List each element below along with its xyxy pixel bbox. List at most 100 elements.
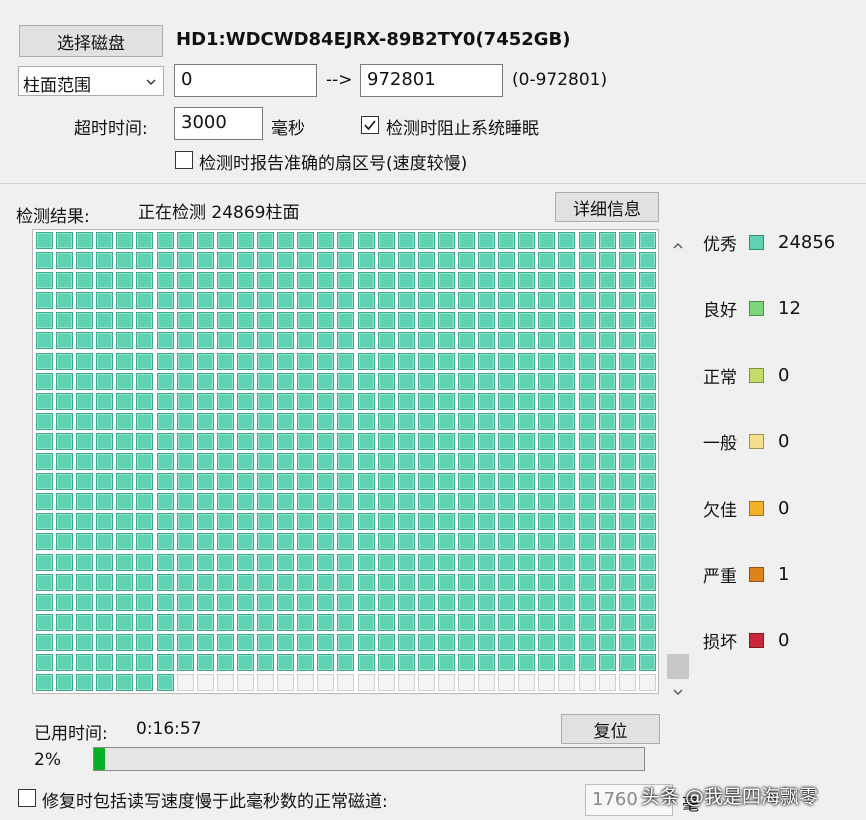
- cylinder-cell-scanned: [76, 352, 94, 370]
- cylinder-cell-scanned: [277, 252, 295, 270]
- repair-checkbox[interactable]: [18, 789, 36, 807]
- cylinder-cell-scanned: [618, 312, 636, 330]
- cylinder-cell-pending: [297, 674, 315, 692]
- cylinder-cell-scanned: [478, 533, 496, 551]
- reset-button[interactable]: 复位: [561, 714, 660, 744]
- cylinder-cell-scanned: [116, 453, 134, 471]
- cylinder-cell-scanned: [56, 653, 74, 671]
- cylinder-cell-scanned: [437, 553, 455, 571]
- cylinder-cell-scanned: [297, 473, 315, 491]
- cylinder-cell-scanned: [317, 272, 335, 290]
- cylinder-cell-scanned: [478, 312, 496, 330]
- cylinder-cell-scanned: [96, 372, 114, 390]
- cylinder-cell-scanned: [76, 633, 94, 651]
- cylinder-cell-scanned: [337, 272, 355, 290]
- cylinder-cell-scanned: [578, 432, 596, 450]
- cylinder-cell-scanned: [96, 312, 114, 330]
- cylinder-cell-scanned: [618, 292, 636, 310]
- cylinder-cell-scanned: [176, 513, 194, 531]
- detail-info-button[interactable]: 详细信息: [555, 192, 659, 222]
- cylinder-cell-scanned: [257, 372, 275, 390]
- cylinder-cell-scanned: [176, 292, 194, 310]
- cylinder-cell-scanned: [618, 372, 636, 390]
- cylinder-cell-scanned: [196, 432, 214, 450]
- cylinder-cell-scanned: [337, 473, 355, 491]
- scroll-down-icon[interactable]: [666, 680, 690, 704]
- cylinder-cell-scanned: [176, 412, 194, 430]
- prevent-sleep-checkbox[interactable]: [361, 116, 379, 134]
- range-mode-select[interactable]: 柱面范围: [18, 66, 164, 96]
- cylinder-cell-scanned: [36, 312, 53, 330]
- cylinder-cell-scanned: [176, 573, 194, 591]
- cylinder-cell-scanned: [337, 593, 355, 611]
- cylinder-cell-scanned: [337, 513, 355, 531]
- cylinder-cell-scanned: [578, 613, 596, 631]
- grid-scrollbar[interactable]: [666, 232, 690, 702]
- cylinder-cell-scanned: [216, 633, 234, 651]
- cylinder-cell-scanned: [478, 633, 496, 651]
- cylinder-cell-scanned: [257, 593, 275, 611]
- cylinder-cell-scanned: [498, 493, 516, 511]
- cylinder-cell-scanned: [478, 593, 496, 611]
- cylinder-cell-scanned: [578, 352, 596, 370]
- cylinder-cell-scanned: [357, 493, 375, 511]
- cylinder-cell-scanned: [196, 553, 214, 571]
- cylinder-cell-scanned: [176, 473, 194, 491]
- cylinder-cell-scanned: [478, 372, 496, 390]
- cylinder-cell-scanned: [337, 232, 355, 249]
- cylinder-cell-scanned: [156, 553, 174, 571]
- cylinder-cell-scanned: [598, 292, 616, 310]
- legend-item: 严重 1: [703, 562, 789, 587]
- cylinder-cell-pending: [337, 674, 355, 692]
- cylinder-cell-scanned: [397, 533, 415, 551]
- cylinder-cell-scanned: [457, 533, 475, 551]
- cylinder-cell-scanned: [478, 613, 496, 631]
- cylinder-cell-scanned: [176, 312, 194, 330]
- cylinder-cell-scanned: [36, 453, 53, 471]
- cylinder-cell-scanned: [317, 432, 335, 450]
- cylinder-cell-scanned: [96, 412, 114, 430]
- cylinder-cell-scanned: [397, 633, 415, 651]
- cylinder-cell-scanned: [618, 412, 636, 430]
- cylinder-cell-scanned: [216, 573, 234, 591]
- cylinder-cell-scanned: [638, 553, 656, 571]
- progress-bar: [93, 747, 645, 771]
- cylinder-cell-scanned: [56, 473, 74, 491]
- cylinder-cell-scanned: [457, 613, 475, 631]
- select-disk-button[interactable]: 选择磁盘: [19, 25, 163, 57]
- range-start-input[interactable]: 0: [174, 64, 317, 97]
- cylinder-cell-scanned: [558, 392, 576, 410]
- cylinder-cell-scanned: [257, 533, 275, 551]
- cylinder-cell-scanned: [156, 352, 174, 370]
- cylinder-cell-scanned: [76, 553, 94, 571]
- cylinder-cell-scanned: [56, 372, 74, 390]
- cylinder-cell-scanned: [437, 332, 455, 350]
- cylinder-cell-scanned: [277, 513, 295, 531]
- cylinder-cell-scanned: [76, 533, 94, 551]
- timeout-input[interactable]: 3000: [174, 107, 263, 140]
- cylinder-cell-scanned: [196, 633, 214, 651]
- cylinder-cell-scanned: [156, 473, 174, 491]
- report-sector-label: 检测时报告准确的扇区号(速度较慢): [199, 154, 468, 174]
- cylinder-cell-scanned: [116, 232, 134, 249]
- cylinder-cell-scanned: [377, 392, 395, 410]
- cylinder-cell-scanned: [377, 513, 395, 531]
- cylinder-cell-scanned: [437, 392, 455, 410]
- cylinder-cell-scanned: [297, 653, 315, 671]
- scroll-thumb[interactable]: [667, 654, 689, 679]
- scroll-up-icon[interactable]: [666, 234, 690, 258]
- cylinder-cell-scanned: [457, 653, 475, 671]
- cylinder-cell-scanned: [417, 513, 435, 531]
- cylinder-cell-scanned: [297, 453, 315, 471]
- report-sector-checkbox[interactable]: [175, 151, 193, 169]
- cylinder-cell-scanned: [317, 573, 335, 591]
- cylinder-cell-scanned: [176, 593, 194, 611]
- cylinder-cell-scanned: [136, 392, 154, 410]
- range-end-input[interactable]: 972801: [360, 64, 503, 97]
- cylinder-cell-pending: [216, 674, 234, 692]
- cylinder-cell-scanned: [437, 533, 455, 551]
- cylinder-cell-scanned: [236, 653, 254, 671]
- cylinder-cell-scanned: [598, 553, 616, 571]
- cylinder-cell-scanned: [317, 252, 335, 270]
- cylinder-cell-scanned: [478, 412, 496, 430]
